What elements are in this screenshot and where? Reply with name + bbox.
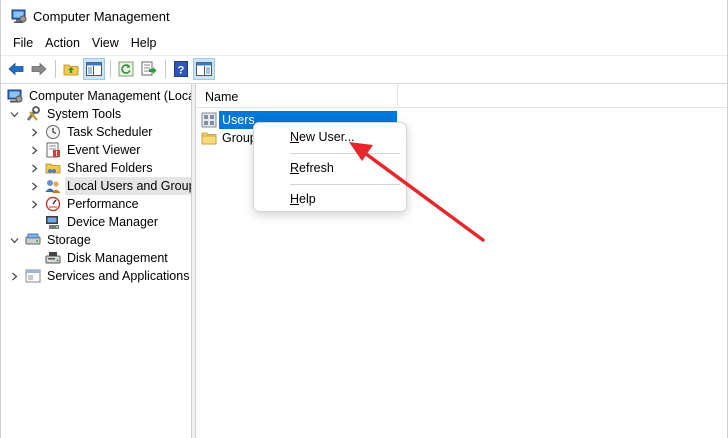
- menu-separator: [290, 184, 400, 185]
- pane-splitter[interactable]: [192, 84, 196, 438]
- up-folder-icon: [63, 64, 79, 75]
- export-list-button[interactable]: [138, 58, 160, 80]
- tree-item-event-viewer[interactable]: ! Event Viewer: [29, 141, 142, 159]
- show-hide-tree-icon: [86, 61, 102, 76]
- performance-icon: [45, 196, 61, 212]
- menu-item-text: elp: [299, 192, 316, 206]
- help-icon: ?: [174, 60, 188, 77]
- tree-item-system-tools[interactable]: System Tools: [9, 105, 123, 123]
- tree-item-task-scheduler[interactable]: Task Scheduler: [29, 123, 154, 141]
- refresh-icon: [118, 61, 134, 76]
- show-hide-action-pane-icon: [196, 61, 212, 76]
- context-menu-help[interactable]: Help: [290, 192, 316, 206]
- storage-icon: [25, 233, 41, 245]
- menu-bar: File Action View Help: [1, 34, 727, 54]
- tree-item-label: Event Viewer: [67, 143, 141, 157]
- access-key-h: H: [290, 192, 300, 206]
- tree-item-label: Disk Management: [67, 251, 168, 265]
- column-header-name[interactable]: Name: [205, 90, 238, 104]
- list-item-groups[interactable]: Group: [201, 129, 260, 147]
- svg-text:?: ?: [178, 64, 185, 76]
- export-list-icon: [141, 61, 157, 75]
- tree-item-local-users-and-groups[interactable]: Local Users and Groups: [29, 177, 191, 195]
- tree-item-label: Performance: [67, 197, 139, 211]
- tree-item-label: Services and Applications: [47, 269, 190, 283]
- chevron-right-icon[interactable]: [9, 271, 19, 281]
- disk-management-icon: [45, 252, 61, 264]
- device-manager-icon: [46, 216, 59, 229]
- show-hide-console-tree-button[interactable]: [83, 57, 105, 80]
- tree-item-label: System Tools: [47, 107, 122, 121]
- menu-action[interactable]: Action: [39, 34, 86, 52]
- help-button[interactable]: ?: [170, 58, 192, 80]
- tree-item-label: Device Manager: [67, 215, 159, 229]
- access-key-r: R: [290, 161, 300, 175]
- column-divider[interactable]: [397, 84, 398, 106]
- back-button[interactable]: [5, 58, 27, 80]
- chevron-right-icon[interactable]: [29, 181, 39, 191]
- event-viewer-icon: !: [46, 142, 60, 158]
- shared-folder-icon: [45, 163, 61, 174]
- toolbar: ?: [1, 55, 727, 81]
- menu-separator: [290, 153, 400, 154]
- list-header: Name: [197, 84, 727, 108]
- menu-item-text: efresh: [299, 161, 334, 175]
- title-bar: Computer Management: [1, 0, 727, 34]
- computer-management-icon: [11, 8, 27, 24]
- tree-item-shared-folders[interactable]: Shared Folders: [29, 159, 154, 177]
- access-key-n: N: [290, 130, 300, 144]
- chevron-right-icon[interactable]: [29, 163, 39, 173]
- clock-icon: [46, 125, 60, 139]
- chevron-right-icon[interactable]: [29, 199, 39, 209]
- services-applications-icon: [25, 269, 41, 283]
- computer-management-icon: [7, 89, 23, 103]
- forward-icon: [31, 62, 47, 75]
- show-hide-action-pane-button[interactable]: [193, 57, 215, 80]
- tree-item-label: Shared Folders: [67, 161, 153, 175]
- tree-item-label: Computer Management (Local: [29, 89, 192, 103]
- toolbar-separator: [55, 59, 56, 78]
- back-icon: [8, 62, 24, 75]
- context-menu-refresh[interactable]: Refresh: [290, 161, 334, 175]
- context-menu-new-user[interactable]: New User...: [290, 130, 355, 144]
- menu-file[interactable]: File: [1, 34, 39, 52]
- tree-item-storage[interactable]: Storage: [9, 231, 93, 249]
- context-menu: New User... Refresh Help: [253, 122, 407, 212]
- users-folder-icon: [201, 112, 217, 128]
- menu-item-text: ew User...: [299, 130, 355, 144]
- toolbar-separator: [165, 59, 166, 78]
- tree-item-label: Storage: [47, 233, 91, 247]
- users-group-icon: [45, 180, 61, 193]
- tree-item-device-manager[interactable]: Device Manager: [45, 213, 160, 231]
- menu-view[interactable]: View: [86, 34, 125, 52]
- chevron-right-icon[interactable]: [29, 127, 39, 137]
- tree-item-label: Task Scheduler: [67, 125, 153, 139]
- tree-item-services-and-applications[interactable]: Services and Applications: [9, 267, 191, 285]
- chevron-down-icon[interactable]: [9, 109, 19, 119]
- window-title: Computer Management: [33, 9, 170, 24]
- svg-text:!: !: [55, 151, 57, 158]
- toolbar-separator: [110, 59, 111, 78]
- console-tree[interactable]: Computer Management (Local System Tools …: [1, 84, 192, 438]
- forward-button[interactable]: [28, 58, 50, 80]
- tree-item-label: Local Users and Groups: [65, 177, 191, 195]
- system-tools-icon: [26, 106, 40, 121]
- folder-icon: [201, 132, 217, 145]
- chevron-right-icon[interactable]: [29, 145, 39, 155]
- menu-help[interactable]: Help: [125, 34, 163, 52]
- computer-management-window: Computer Management File Action View Hel…: [0, 0, 728, 438]
- refresh-button[interactable]: [115, 58, 137, 80]
- up-one-level-button[interactable]: [60, 58, 82, 80]
- chevron-down-icon[interactable]: [9, 235, 19, 245]
- tree-item-performance[interactable]: Performance: [29, 195, 141, 213]
- tree-item-disk-management[interactable]: Disk Management: [45, 249, 170, 267]
- tree-item-computer-management[interactable]: Computer Management (Local: [7, 87, 192, 105]
